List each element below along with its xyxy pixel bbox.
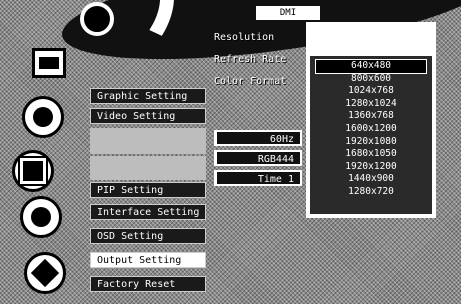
audio-icon[interactable] bbox=[20, 196, 62, 238]
menu-item-blank-1 bbox=[90, 128, 206, 154]
resolution-option[interactable]: 1680x1050 bbox=[316, 148, 426, 161]
resolution-option[interactable]: 1280x720 bbox=[316, 186, 426, 199]
picture-icon[interactable] bbox=[22, 96, 64, 138]
input-title-tab: DMI bbox=[256, 6, 320, 20]
monitor-icon[interactable] bbox=[32, 48, 66, 78]
resolution-label: Resolution bbox=[214, 32, 275, 43]
resolution-option[interactable]: 1360x768 bbox=[316, 110, 426, 123]
resolution-option[interactable]: 1920x1080 bbox=[316, 136, 426, 149]
output-icon[interactable] bbox=[12, 150, 54, 192]
resolution-option[interactable]: 640x480 bbox=[315, 59, 427, 74]
refresh-rate-value[interactable]: 60Hz bbox=[214, 130, 302, 146]
resolution-option[interactable]: 1440x900 bbox=[316, 173, 426, 186]
resolution-option[interactable]: 1280x1024 bbox=[316, 98, 426, 111]
orb-icon bbox=[80, 2, 114, 36]
menu-item-output-setting[interactable]: Output Setting bbox=[90, 252, 206, 268]
menu-item-video-setting[interactable]: Video Setting bbox=[90, 108, 206, 124]
resolution-option[interactable]: 800x600 bbox=[316, 73, 426, 86]
settings-menu: Graphic Setting Video Setting PIP Settin… bbox=[90, 86, 208, 304]
dropdown-header bbox=[310, 26, 432, 56]
menu-item-osd-setting[interactable]: OSD Setting bbox=[90, 228, 206, 244]
osd-screen: DMI Resolution Refresh Rate Color Format… bbox=[0, 0, 461, 304]
menu-item-interface-setting[interactable]: Interface Setting bbox=[90, 204, 206, 220]
color-format-label: Color Format bbox=[214, 76, 287, 87]
resolution-option[interactable]: 1920x1200 bbox=[316, 161, 426, 174]
resolution-option[interactable]: 1600x1200 bbox=[316, 123, 426, 136]
color-format-value[interactable]: RGB444 bbox=[214, 150, 302, 166]
settings-icon[interactable] bbox=[24, 252, 66, 294]
menu-item-pip-setting[interactable]: PIP Setting bbox=[90, 182, 206, 198]
menu-item-factory-reset[interactable]: Factory Reset bbox=[90, 276, 206, 292]
resolution-options-list: 640x480 800x600 1024x768 1280x1024 1360x768 1… bbox=[315, 59, 427, 199]
refresh-rate-label: Refresh Rate bbox=[214, 54, 287, 65]
resolution-dropdown[interactable]: 640x480 800x600 1024x768 1280x1024 1360x768 1… bbox=[306, 22, 436, 218]
timing-value[interactable]: Time 1 bbox=[214, 170, 302, 186]
menu-item-blank-2 bbox=[90, 156, 206, 180]
menu-item-graphic-setting[interactable]: Graphic Setting bbox=[90, 88, 206, 104]
resolution-option[interactable]: 1024x768 bbox=[316, 85, 426, 98]
